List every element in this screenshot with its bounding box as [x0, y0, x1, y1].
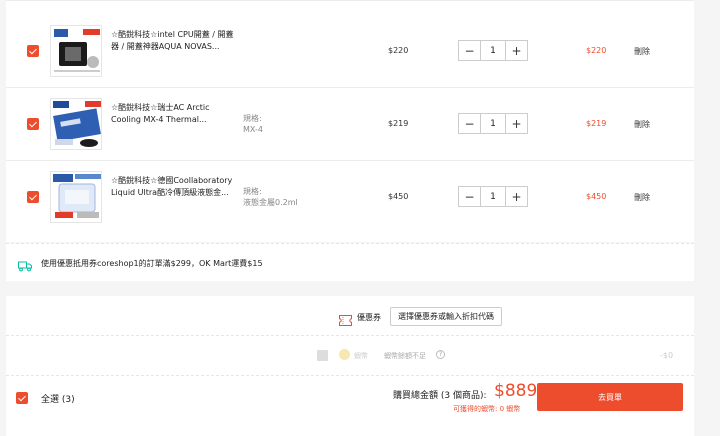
total-label: 購買總金額 (3 個商品):: [393, 391, 487, 401]
product-name-link[interactable]: ☆酷銳科技☆瑞士AC Arctic Cooling MX-4 Thermal..…: [111, 102, 239, 126]
item-checkbox[interactable]: [27, 45, 39, 57]
product-variant: 規格: MX-4: [243, 113, 263, 135]
decrease-button[interactable]: −: [459, 187, 480, 206]
variant-value: MX-4: [243, 125, 263, 134]
quantity-stepper: − 1 +: [458, 113, 528, 134]
delete-button[interactable]: 刪除: [634, 192, 650, 203]
unit-price: $450: [388, 192, 409, 201]
coins-checkbox[interactable]: [317, 350, 328, 361]
variant-value: 液態金屬0.2ml: [243, 198, 298, 207]
quantity-input[interactable]: 1: [480, 114, 506, 133]
variant-label: 規格:: [243, 114, 262, 123]
select-all-checkbox[interactable]: [16, 392, 28, 404]
quantity-stepper: − 1 +: [458, 40, 528, 61]
cart-item-row: ☆酷銳科技☆德國Coollaboratory Liquid Ultra酷冷傳頂級…: [6, 161, 694, 241]
total-amount: $889: [494, 381, 538, 401]
select-voucher-button[interactable]: 選擇優惠券或輸入折扣代碼: [390, 307, 502, 326]
product-name-link[interactable]: ☆酷銳科技☆德國Coollaboratory Liquid Ultra酷冷傳頂級…: [111, 175, 239, 199]
coins-earned-text: 可獲得的蝦幣: 0 蝦幣: [453, 405, 521, 413]
shipping-promo-text: 使用優惠抵用券coreshop1的訂單滿$299，OK Mart運費$15: [41, 259, 263, 268]
delete-button[interactable]: 刪除: [634, 119, 650, 130]
increase-button[interactable]: +: [506, 41, 527, 60]
coin-icon: [339, 349, 350, 360]
cart-item-list: ☆酷銳科技☆intel CPU開蓋 / 開蓋器 / 開蓋神器AQUA NOVAS…: [6, 0, 694, 242]
voucher-row: 優惠券 選擇優惠券或輸入折扣代碼: [6, 296, 694, 336]
product-name-link[interactable]: ☆酷銳科技☆intel CPU開蓋 / 開蓋器 / 開蓋神器AQUA NOVAS…: [111, 29, 239, 53]
item-checkbox[interactable]: [27, 118, 39, 130]
product-thumbnail[interactable]: [50, 25, 102, 77]
coins-label: 蝦幣: [354, 352, 368, 360]
item-total-price: $450: [586, 192, 607, 201]
delete-button[interactable]: 刪除: [634, 46, 650, 57]
voucher-label: 優惠券: [357, 313, 381, 322]
product-thumbnail[interactable]: [50, 171, 102, 223]
truck-icon: [18, 257, 32, 272]
cart-item-row: ☆酷銳科技☆瑞士AC Arctic Cooling MX-4 Thermal..…: [6, 88, 694, 161]
quantity-input[interactable]: 1: [480, 187, 506, 206]
coins-row: 蝦幣 蝦幣餘額不足 ? -$0: [6, 337, 694, 376]
decrease-button[interactable]: −: [459, 114, 480, 133]
cart-item-row: ☆酷銳科技☆intel CPU開蓋 / 開蓋器 / 開蓋神器AQUA NOVAS…: [6, 15, 694, 88]
variant-label: 規格:: [243, 187, 262, 196]
help-icon[interactable]: ?: [436, 350, 445, 359]
checkout-summary: 優惠券 選擇優惠券或輸入折扣代碼 蝦幣 蝦幣餘額不足 ? -$0 全選 (3) …: [6, 296, 694, 436]
quantity-input[interactable]: 1: [480, 41, 506, 60]
item-checkbox[interactable]: [27, 191, 39, 203]
select-all-label[interactable]: 全選 (3): [41, 392, 75, 405]
coins-discount-amount: -$0: [660, 351, 674, 360]
unit-price: $219: [388, 119, 409, 128]
shipping-info-bar: 使用優惠抵用券coreshop1的訂單滿$299，OK Mart運費$15: [6, 243, 694, 281]
unit-price: $220: [388, 46, 409, 55]
decrease-button[interactable]: −: [459, 41, 480, 60]
item-total-price: $220: [586, 46, 607, 55]
checkout-button[interactable]: 去買單: [537, 383, 683, 411]
ticket-icon: [339, 311, 352, 326]
product-thumbnail[interactable]: [50, 98, 102, 150]
item-total-price: $219: [586, 119, 607, 128]
increase-button[interactable]: +: [506, 187, 527, 206]
increase-button[interactable]: +: [506, 114, 527, 133]
quantity-stepper: − 1 +: [458, 186, 528, 207]
product-variant: 規格: 液態金屬0.2ml: [243, 186, 298, 208]
coins-balance-message: 蝦幣餘額不足: [384, 352, 426, 360]
